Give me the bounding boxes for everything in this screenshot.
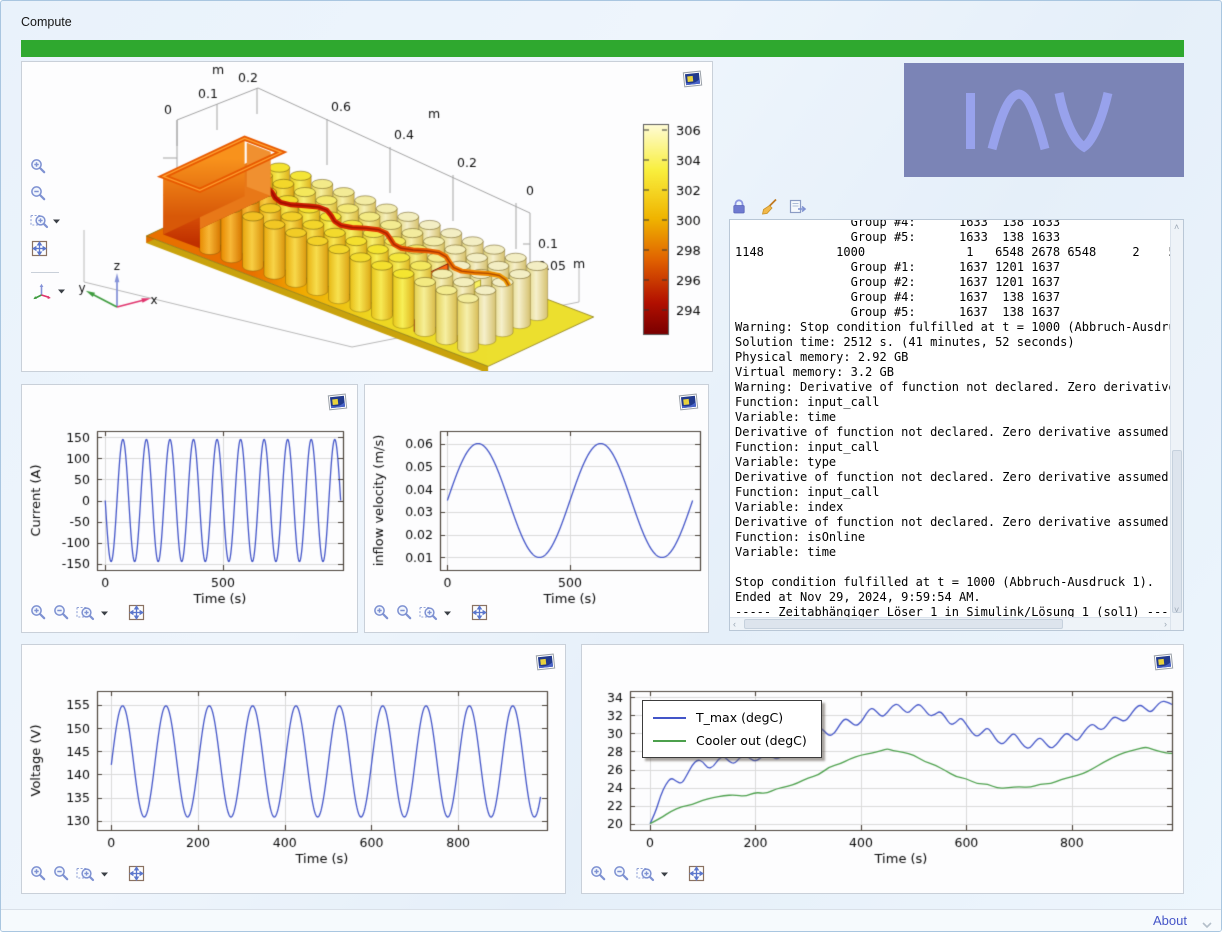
log-text: Group #4: 1633 138 1633 Group #5: 1633 1…: [730, 219, 1183, 631]
clear-log-icon[interactable]: [760, 198, 780, 216]
zoom-in-icon[interactable]: [30, 865, 48, 888]
zoom-out-icon[interactable]: [53, 865, 71, 888]
zoom-out-icon[interactable]: [53, 604, 71, 627]
lock-icon[interactable]: [731, 198, 751, 216]
iav-logo: [904, 63, 1184, 177]
app-window: Compute: [0, 0, 1222, 932]
progress-bar: [21, 40, 1184, 57]
zoom-out-icon[interactable]: [396, 604, 414, 627]
temperature-plot-panel: T_max (degC) Cooler out (degC): [581, 644, 1184, 894]
legend-line-sample: [653, 740, 686, 742]
legend-entry-cooler: Cooler out (degC): [653, 729, 807, 752]
zoom-extents-icon[interactable]: [687, 864, 706, 888]
log-output[interactable]: Group #4: 1633 138 1633 Group #5: 1633 1…: [729, 219, 1184, 631]
plot-legend: T_max (degC) Cooler out (degC): [642, 700, 822, 758]
plot-canvas-current[interactable]: [22, 385, 357, 632]
vertical-scrollbar[interactable]: ˄ ˅: [1170, 220, 1183, 630]
zoom-box-icon[interactable]: [76, 865, 95, 888]
chevron-down-icon[interactable]: [100, 866, 109, 887]
zoom-extents-icon[interactable]: [30, 239, 76, 263]
3d-model-canvas[interactable]: [22, 62, 712, 371]
zoom-in-icon[interactable]: [590, 865, 608, 888]
legend-entry-tmax: T_max (degC): [653, 706, 807, 729]
legend-line-sample: [653, 717, 686, 719]
scrollbar-thumb[interactable]: [1172, 450, 1182, 613]
about-link[interactable]: About: [1153, 913, 1187, 928]
3d-view-panel: [21, 61, 713, 372]
zoom-in-icon[interactable]: [30, 604, 48, 627]
snapshot-icon[interactable]: [535, 653, 557, 672]
zoom-extents-icon[interactable]: [127, 603, 146, 627]
snapshot-icon[interactable]: [1153, 653, 1175, 672]
zoom-box-icon[interactable]: [76, 604, 95, 627]
plot-canvas-inflow[interactable]: [365, 385, 708, 632]
compute-status-label: Compute: [21, 15, 72, 29]
plot-canvas-temperature[interactable]: [582, 645, 1183, 893]
zoom-in-icon[interactable]: [30, 158, 76, 181]
voltage-plot-panel: [21, 644, 566, 894]
log-toolbar: [731, 197, 809, 217]
scrollbar-thumb[interactable]: [744, 619, 1063, 629]
chevron-down-icon[interactable]: [1201, 916, 1213, 932]
legend-label: Cooler out (degC): [696, 733, 807, 748]
status-bar: About: [1, 909, 1221, 931]
chevron-down-icon[interactable]: [660, 866, 669, 887]
zoom-in-icon[interactable]: [373, 604, 391, 627]
plot-toolbar: [590, 864, 706, 888]
current-plot-panel: [21, 384, 358, 633]
chevron-down-icon[interactable]: [57, 283, 66, 304]
zoom-box-icon[interactable]: [30, 212, 49, 235]
orientation-icon[interactable]: [30, 281, 54, 306]
log-section: Group #4: 1633 138 1633 Group #5: 1633 1…: [729, 197, 1184, 631]
zoom-box-icon[interactable]: [419, 604, 438, 627]
zoom-out-icon[interactable]: [613, 865, 631, 888]
zoom-box-icon[interactable]: [636, 865, 655, 888]
export-log-icon[interactable]: [789, 198, 809, 216]
scroll-right-icon[interactable]: ›: [1164, 619, 1167, 629]
3d-view-toolbar: [30, 158, 76, 306]
zoom-extents-icon[interactable]: [470, 603, 489, 627]
plot-toolbar: [373, 603, 489, 627]
chevron-down-icon[interactable]: [443, 605, 452, 626]
progress-bar-fill: [21, 40, 1184, 57]
chevron-down-icon[interactable]: [100, 605, 109, 626]
legend-label: T_max (degC): [696, 710, 783, 725]
horizontal-scrollbar[interactable]: ‹ ›: [730, 617, 1170, 630]
scroll-left-icon[interactable]: ‹: [733, 619, 736, 629]
plot-canvas-voltage[interactable]: [22, 645, 565, 893]
snapshot-icon[interactable]: [682, 70, 704, 89]
inflow-velocity-plot-panel: [364, 384, 709, 633]
scroll-down-icon[interactable]: ˅: [1174, 605, 1179, 615]
zoom-extents-icon[interactable]: [127, 864, 146, 888]
zoom-out-icon[interactable]: [30, 185, 76, 208]
toolbar-divider: [31, 272, 59, 273]
snapshot-icon[interactable]: [327, 393, 349, 412]
snapshot-icon[interactable]: [678, 393, 700, 412]
scroll-up-icon[interactable]: ˄: [1174, 222, 1179, 232]
plot-toolbar: [30, 864, 146, 888]
plot-toolbar: [30, 603, 146, 627]
chevron-down-icon[interactable]: [52, 213, 61, 234]
